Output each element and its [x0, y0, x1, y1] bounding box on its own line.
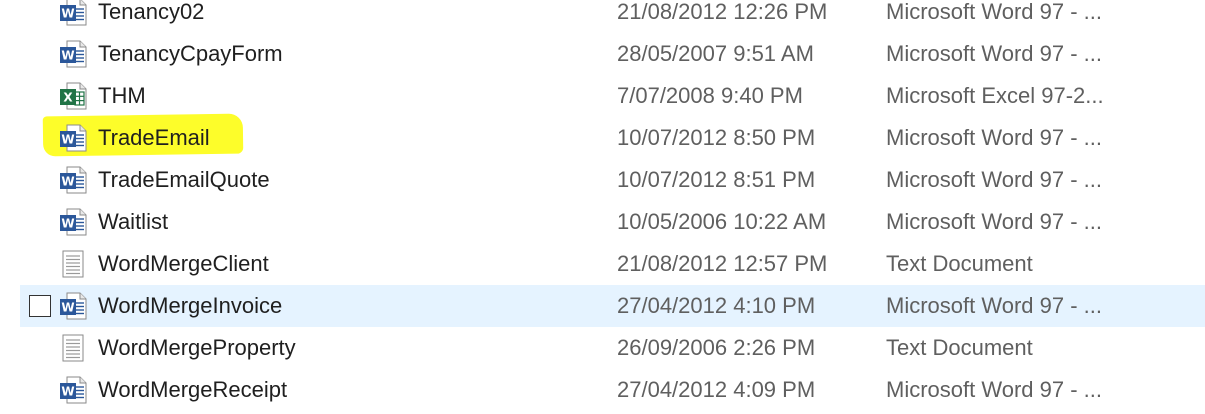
svg-text:W: W	[61, 49, 74, 63]
word-doc-icon: W	[58, 0, 88, 27]
file-date-modified: 27/04/2012 4:10 PM	[617, 293, 816, 318]
text-doc-icon	[58, 333, 88, 363]
select-checkbox[interactable]	[29, 295, 51, 317]
file-row[interactable]: W Tenancy02 21/08/2012 12:26 PM Microsoft W…	[20, 0, 1205, 33]
file-date-modified: 26/09/2006 2:26 PM	[617, 335, 816, 360]
file-type: Microsoft Word 97 - ...	[886, 293, 1102, 318]
word-doc-icon: W	[58, 375, 88, 405]
word-doc-icon: W	[58, 123, 88, 153]
file-date-modified: 10/07/2012 8:51 PM	[617, 167, 816, 192]
file-name: Waitlist	[98, 209, 169, 234]
file-type: Microsoft Word 97 - ...	[886, 377, 1102, 402]
file-list: W Tenancy02 21/08/2012 12:26 PM Microsoft W…	[0, 0, 1205, 414]
word-doc-icon: W	[58, 291, 88, 321]
svg-text:W: W	[61, 385, 74, 399]
svg-text:W: W	[61, 7, 74, 21]
file-name: TradeEmail	[98, 125, 210, 150]
word-doc-icon: W	[58, 39, 88, 69]
word-doc-icon: W	[58, 207, 88, 237]
file-row[interactable]: WordMergeProperty 26/09/2006 2:26 PM Text …	[20, 327, 1205, 369]
file-date-modified: 21/08/2012 12:57 PM	[617, 251, 828, 276]
file-row[interactable]: W WordMergeInvoice 27/04/2012 4:10 PM Micro…	[20, 285, 1205, 327]
svg-text:W: W	[61, 217, 74, 231]
svg-text:X: X	[63, 91, 73, 105]
file-name: WordMergeClient	[98, 251, 269, 276]
file-name: WordMergeReceipt	[98, 377, 288, 402]
file-row[interactable]: W WordMergeReceipt 27/04/2012 4:09 PM Micro…	[20, 369, 1205, 411]
file-type: Text Document	[886, 251, 1033, 276]
file-name: THM	[98, 83, 146, 108]
file-row[interactable]: X THM 7/07/2008 9:40 PM Microsoft Excel 97-…	[20, 75, 1205, 117]
excel-doc-icon: X	[58, 81, 88, 111]
file-type: Microsoft Excel 97-2...	[886, 83, 1104, 108]
file-type: Microsoft Word 97 - ...	[886, 0, 1102, 24]
file-date-modified: 10/05/2006 10:22 AM	[617, 209, 827, 234]
file-date-modified: 21/08/2012 12:26 PM	[617, 0, 828, 24]
file-date-modified: 28/05/2007 9:51 AM	[617, 41, 814, 66]
file-row[interactable]: W TradeEmail 10/07/2012 8:50 PM Microsoft W…	[20, 117, 1205, 159]
file-name: Tenancy02	[98, 0, 205, 24]
word-doc-icon: W	[58, 165, 88, 195]
file-row[interactable]: WordMergeClient 21/08/2012 12:57 PM Text D…	[20, 243, 1205, 285]
file-date-modified: 10/07/2012 8:50 PM	[617, 125, 816, 150]
file-row[interactable]: W Waitlist 10/05/2006 10:22 AM Microsoft Wo…	[20, 201, 1205, 243]
file-row[interactable]: W TradeEmailQuote 10/07/2012 8:51 PM Micros…	[20, 159, 1205, 201]
file-name: TradeEmailQuote	[98, 167, 270, 192]
file-row[interactable]: W TenancyCpayForm 28/05/2007 9:51 AM Micros…	[20, 33, 1205, 75]
file-name: TenancyCpayForm	[98, 41, 283, 66]
file-type: Text Document	[886, 335, 1033, 360]
text-doc-icon	[58, 249, 88, 279]
file-type: Microsoft Word 97 - ...	[886, 209, 1102, 234]
file-date-modified: 7/07/2008 9:40 PM	[617, 83, 803, 108]
file-date-modified: 27/04/2012 4:09 PM	[617, 377, 816, 402]
file-name: WordMergeInvoice	[98, 293, 283, 318]
svg-text:W: W	[61, 133, 74, 147]
svg-text:W: W	[61, 301, 74, 315]
file-name: WordMergeProperty	[98, 335, 296, 360]
file-type: Microsoft Word 97 - ...	[886, 125, 1102, 150]
file-type: Microsoft Word 97 - ...	[886, 41, 1102, 66]
file-type: Microsoft Word 97 - ...	[886, 167, 1102, 192]
svg-text:W: W	[61, 175, 74, 189]
